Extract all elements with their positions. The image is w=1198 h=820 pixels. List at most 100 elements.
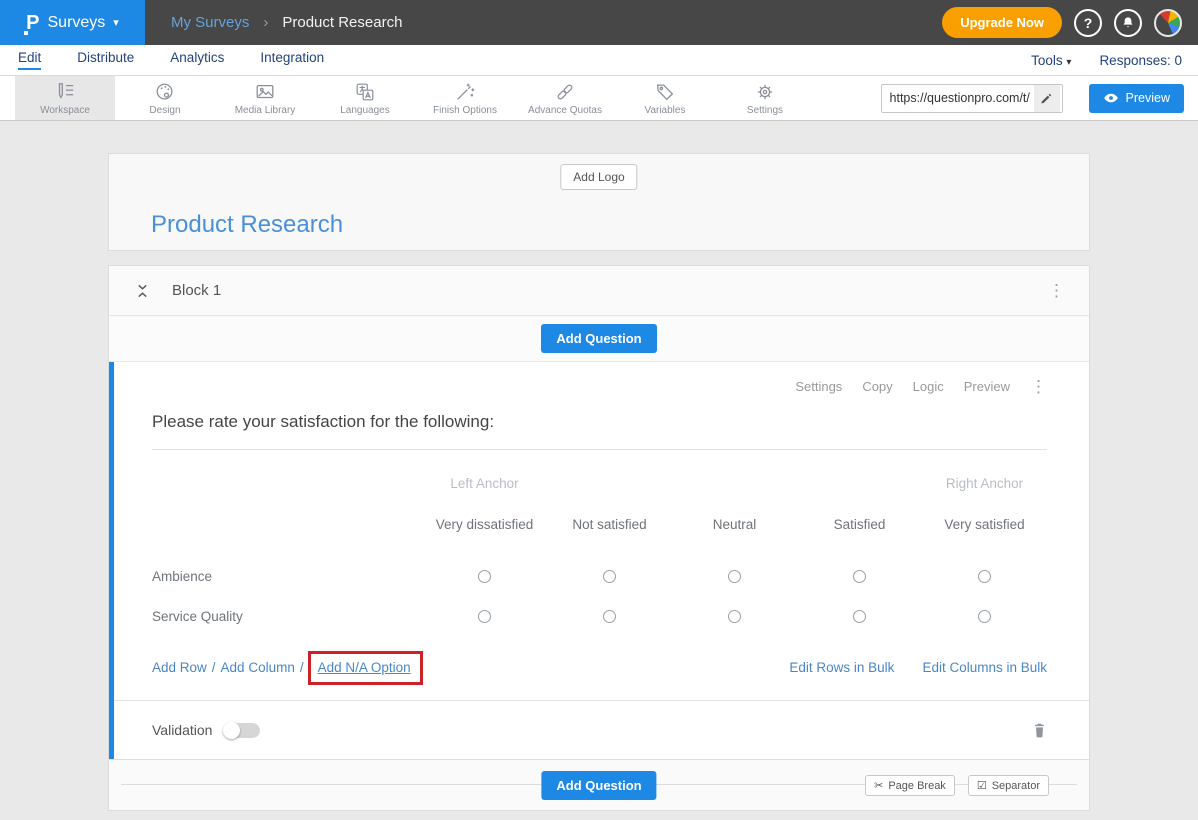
preview-button[interactable]: Preview xyxy=(1089,84,1184,113)
topbar-actions: Upgrade Now ? xyxy=(942,7,1198,38)
magic-wand-icon xyxy=(454,81,476,103)
question-logic-link[interactable]: Logic xyxy=(913,379,944,394)
column-header[interactable]: Very satisfied xyxy=(922,517,1047,532)
notifications-button[interactable] xyxy=(1114,9,1142,37)
column-header[interactable]: Very dissatisfied xyxy=(422,517,547,532)
survey-header-card: Add Logo Product Research xyxy=(108,153,1090,251)
radio-button[interactable] xyxy=(728,570,741,583)
help-button[interactable]: ? xyxy=(1074,9,1102,37)
survey-title[interactable]: Product Research xyxy=(151,211,343,239)
toolbar-item-settings[interactable]: Settings xyxy=(715,76,815,120)
bulk-links: Edit Rows in Bulk Edit Columns in Bulk xyxy=(789,660,1047,675)
row-label[interactable]: Service Quality xyxy=(152,596,422,636)
eye-icon xyxy=(1103,92,1119,104)
edit-rows-in-bulk-link[interactable]: Edit Rows in Bulk xyxy=(789,660,894,675)
block-title[interactable]: Block 1 xyxy=(172,282,221,299)
page-break-button[interactable]: ✂ Page Break xyxy=(865,775,955,796)
add-question-button-bottom[interactable]: Add Question xyxy=(541,771,656,800)
tag-icon xyxy=(654,81,676,103)
tab-analytics[interactable]: Analytics xyxy=(170,50,224,70)
matrix-cell xyxy=(547,610,672,623)
trash-icon xyxy=(1032,722,1047,739)
product-menu-label: Surveys xyxy=(48,14,106,32)
radio-button[interactable] xyxy=(853,570,866,583)
gear-icon xyxy=(754,81,776,103)
pencil-icon xyxy=(1040,92,1053,105)
question-copy-link[interactable]: Copy xyxy=(862,379,892,394)
toolbar-item-advance-quotas[interactable]: Advance Quotas xyxy=(515,76,615,120)
radio-button[interactable] xyxy=(978,570,991,583)
question-text[interactable]: Please rate your satisfaction for the fo… xyxy=(152,412,1047,432)
checked-box-icon: ☑ xyxy=(977,779,987,792)
translate-icon xyxy=(354,81,376,103)
nav-tabs-row: Edit Distribute Analytics Integration To… xyxy=(0,45,1198,76)
scissors-icon: ✂ xyxy=(874,779,883,792)
radio-button[interactable] xyxy=(478,570,491,583)
add-row-link[interactable]: Add Row xyxy=(152,660,207,675)
column-header[interactable]: Not satisfied xyxy=(547,517,672,532)
question-preview-link[interactable]: Preview xyxy=(964,379,1010,394)
avatar[interactable] xyxy=(1154,9,1182,37)
tab-integration[interactable]: Integration xyxy=(260,50,324,70)
block-kebab-menu-icon[interactable]: ⋮ xyxy=(1048,282,1065,299)
workspace-icon xyxy=(54,81,76,103)
chevron-down-icon: ▾ xyxy=(113,16,119,29)
bell-icon xyxy=(1120,15,1136,31)
breadcrumb-current: Product Research xyxy=(282,14,402,31)
tab-edit[interactable]: Edit xyxy=(18,50,41,70)
toolbar-item-variables[interactable]: Variables xyxy=(615,76,715,120)
question-mark-icon: ? xyxy=(1084,15,1093,31)
breadcrumb-my-surveys[interactable]: My Surveys xyxy=(171,14,249,31)
question-card: Settings Copy Logic Preview ⋮ Please rat… xyxy=(109,362,1089,759)
collapse-block-icon[interactable] xyxy=(135,283,150,299)
radio-button[interactable] xyxy=(603,570,616,583)
responses-count: Responses: 0 xyxy=(1099,53,1182,68)
toolbar-item-design[interactable]: Design xyxy=(115,76,215,120)
validation-toggle[interactable] xyxy=(224,723,260,738)
toolbar-item-workspace[interactable]: Workspace xyxy=(15,76,115,120)
image-icon xyxy=(254,81,276,103)
toolbar-item-media-library[interactable]: Media Library xyxy=(215,76,315,120)
edit-columns-in-bulk-link[interactable]: Edit Columns in Bulk xyxy=(922,660,1047,675)
radio-button[interactable] xyxy=(853,610,866,623)
editor-toolbar: Workspace Design Media Library Languages… xyxy=(0,76,1198,121)
matrix-cell xyxy=(672,570,797,583)
add-na-option-link[interactable]: Add N/A Option xyxy=(318,660,411,675)
tools-dropdown[interactable]: Tools ▾ xyxy=(1031,53,1071,68)
chevron-down-icon: ▾ xyxy=(1066,57,1071,68)
edit-url-button[interactable] xyxy=(1034,85,1060,112)
matrix-cell xyxy=(422,570,547,583)
question-links-row: Add Row / Add Column / Add N/A Option Ed… xyxy=(152,660,1047,675)
upgrade-now-button[interactable]: Upgrade Now xyxy=(942,7,1062,38)
surveys-product-menu[interactable]: P Surveys ▾ xyxy=(0,0,145,45)
matrix-cell xyxy=(422,610,547,623)
column-header[interactable]: Neutral xyxy=(672,517,797,532)
toolbar-right: Preview xyxy=(881,76,1198,120)
questionpro-logo-icon: P xyxy=(26,13,39,33)
add-question-button-top[interactable]: Add Question xyxy=(541,324,656,353)
radio-button[interactable] xyxy=(603,610,616,623)
delete-question-button[interactable] xyxy=(1032,722,1047,739)
right-anchor-placeholder[interactable]: Right Anchor xyxy=(922,476,1047,491)
survey-url-input[interactable] xyxy=(882,91,1034,105)
add-logo-button[interactable]: Add Logo xyxy=(560,164,637,190)
column-header[interactable]: Satisfied xyxy=(797,517,922,532)
matrix-cell xyxy=(922,610,1047,623)
left-anchor-placeholder[interactable]: Left Anchor xyxy=(422,476,547,491)
matrix-cell xyxy=(797,610,922,623)
add-question-strip-top: Add Question xyxy=(109,316,1089,362)
radio-button[interactable] xyxy=(978,610,991,623)
radio-button[interactable] xyxy=(728,610,741,623)
radio-button[interactable] xyxy=(478,610,491,623)
matrix-cell xyxy=(547,570,672,583)
tab-distribute[interactable]: Distribute xyxy=(77,50,134,70)
add-column-link[interactable]: Add Column xyxy=(221,660,295,675)
question-settings-link[interactable]: Settings xyxy=(795,379,842,394)
block-card: Block 1 ⋮ Add Question Settings Copy Log… xyxy=(108,265,1090,811)
toolbar-item-finish-options[interactable]: Finish Options xyxy=(415,76,515,120)
questionpro-editor: P Surveys ▾ My Surveys › Product Researc… xyxy=(0,0,1198,811)
toolbar-item-languages[interactable]: Languages xyxy=(315,76,415,120)
row-label[interactable]: Ambience xyxy=(152,556,422,596)
separator-button[interactable]: ☑ Separator xyxy=(968,775,1049,796)
question-kebab-menu-icon[interactable]: ⋮ xyxy=(1030,378,1047,395)
